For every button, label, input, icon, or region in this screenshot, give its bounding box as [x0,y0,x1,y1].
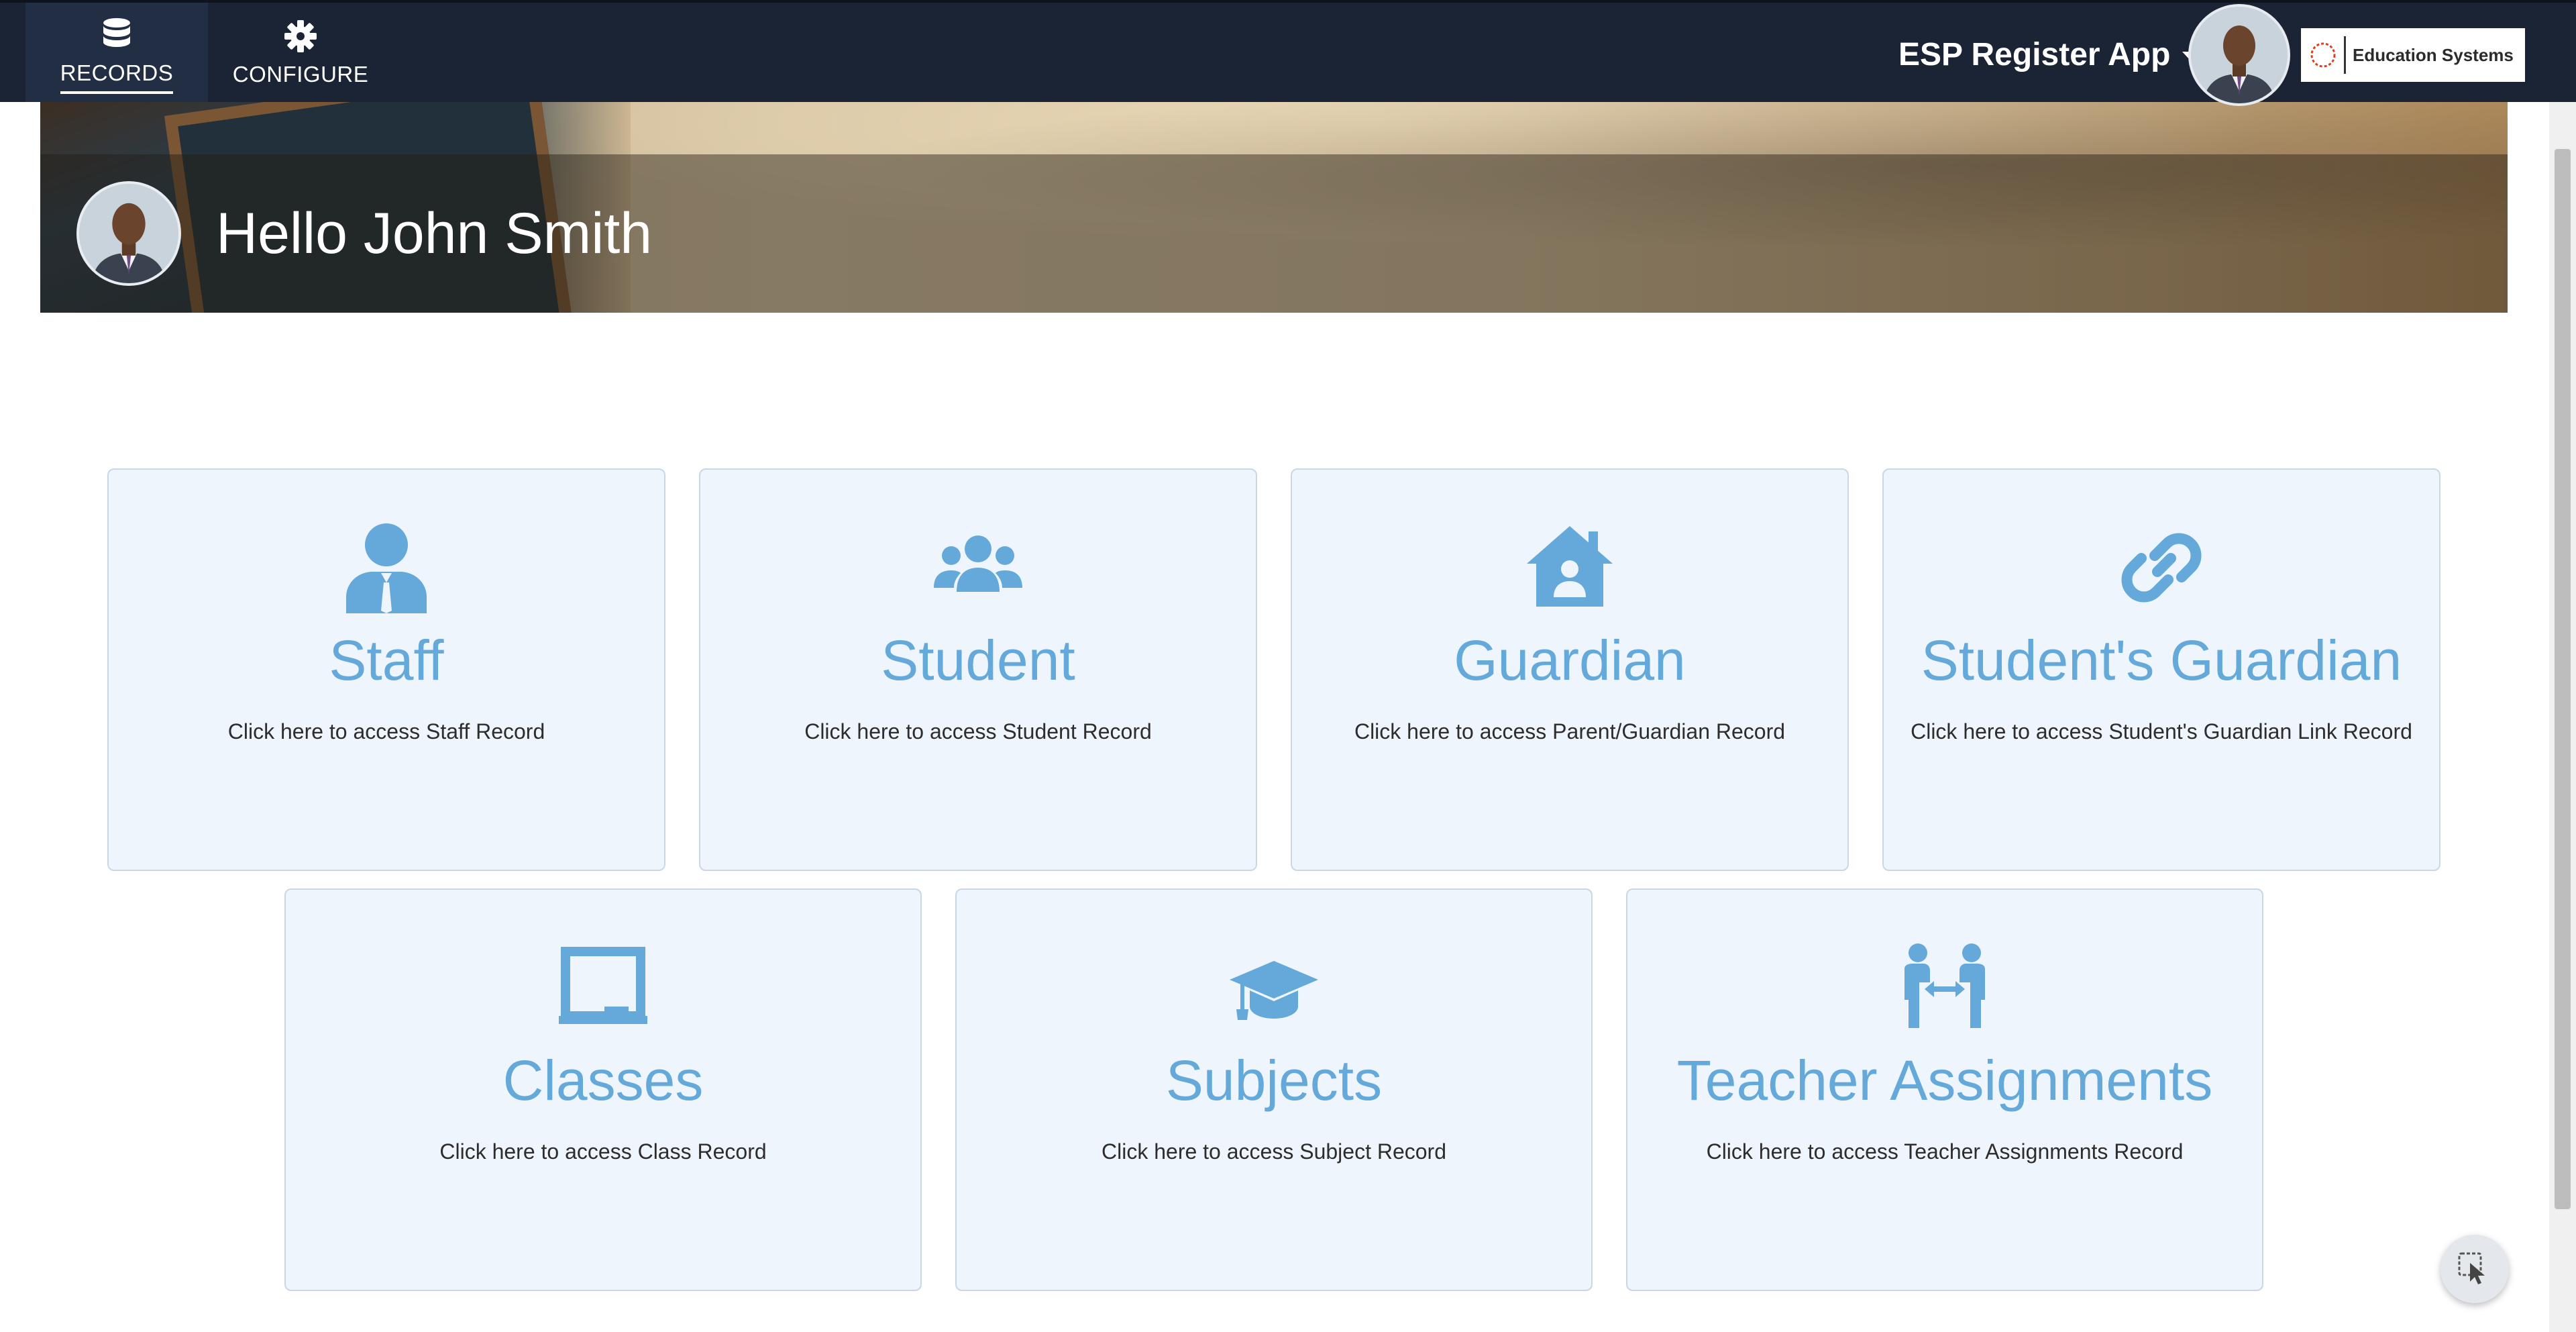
graduation-cap-icon [1230,961,1318,1020]
tile-description: Click here to access Class Record [439,1139,767,1164]
user-avatar[interactable] [2188,4,2290,106]
hero-greeting: Hello John Smith [216,201,653,266]
logo-text: Education Systems [2353,44,2514,65]
tile-student[interactable]: Student Click here to access Student Rec… [699,468,1257,871]
tile-teacher-assignments[interactable]: Teacher Assignments Click here to access… [1626,888,2263,1291]
tile-students-guardian[interactable]: Student's Guardian Click here to access … [1882,468,2440,871]
tile-title: Student's Guardian [1921,629,2402,692]
app-name-label: ESP Register App [1898,36,2171,72]
tile-description: Click here to access Subject Record [1102,1139,1446,1164]
cursor-tool-button[interactable] [2440,1235,2509,1303]
users-icon [934,535,1022,592]
tile-description: Click here to access Student Record [804,719,1152,744]
tile-description: Click here to access Parent/Guardian Rec… [1354,719,1786,744]
tile-subjects[interactable]: Subjects Click here to access Subject Re… [955,888,1593,1291]
chalkboard-icon [559,947,647,1024]
education-systems-logo: Education Systems [2301,28,2525,82]
tile-title: Guardian [1454,629,1686,692]
tile-title: Student [881,629,1075,692]
logo-ring-icon [2310,42,2336,68]
tile-description: Click here to access Student's Guardian … [1911,719,2412,744]
link-icon [2121,533,2202,603]
tile-title: Classes [502,1049,704,1112]
cursor-select-icon [2458,1252,2485,1284]
nav-configure-tab[interactable]: CONFIGURE [208,3,393,102]
house-user-icon [1527,526,1613,607]
people-arrows-icon [1904,943,1985,1028]
app-switcher-dropdown[interactable]: ESP Register App [1898,32,2200,76]
hero-avatar [76,181,181,286]
gear-icon [284,20,317,52]
nav-records-tab[interactable]: RECORDS [25,3,208,102]
scrollbar-thumb[interactable] [2555,149,2571,1209]
nav-configure-label: CONFIGURE [232,62,369,87]
logo-divider [2344,36,2346,74]
user-photo [2191,7,2288,103]
database-icon [103,18,130,47]
user-tie-icon [346,523,427,613]
tile-guardian[interactable]: Guardian Click here to access Parent/Gua… [1291,468,1849,871]
tile-title: Staff [329,629,444,692]
tile-classes[interactable]: Classes Click here to access Class Recor… [284,888,922,1291]
tile-description: Click here to access Teacher Assignments… [1706,1139,2184,1164]
hero-user-photo [79,184,178,283]
tile-staff[interactable]: Staff Click here to access Staff Record [107,468,665,871]
hero-banner: Hello John Smith [40,102,2508,313]
tile-title: Subjects [1165,1049,1383,1112]
nav-records-label: RECORDS [60,60,174,94]
tile-title: Teacher Assignments [1676,1049,2213,1112]
tile-description: Click here to access Staff Record [227,719,545,744]
page-scrollbar[interactable] [2549,102,2576,1332]
